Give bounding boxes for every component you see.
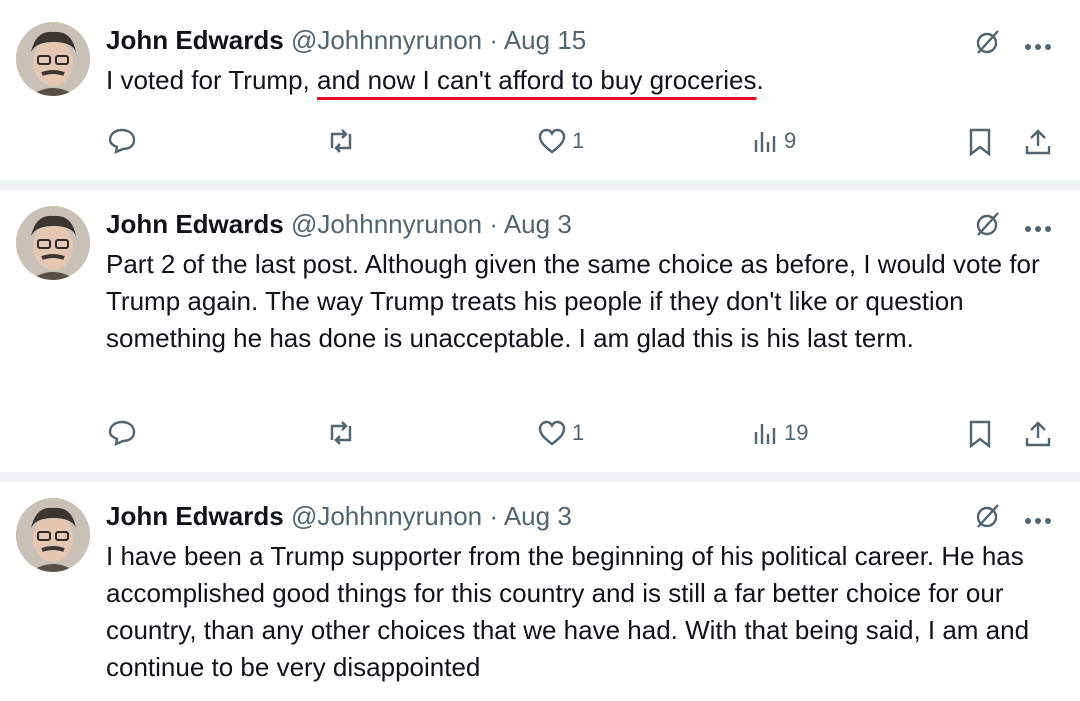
repost-button[interactable] xyxy=(326,128,356,154)
tweet-header: John Edwards @Johhnnyrunon · Aug 3 xyxy=(106,208,572,240)
tweet-date[interactable]: Aug 3 xyxy=(504,501,572,531)
tweet-1[interactable]: John Edwards @Johhnnyrunon · Aug 15 I vo… xyxy=(0,0,1080,180)
avatar[interactable] xyxy=(16,206,90,280)
heart-icon xyxy=(538,420,566,446)
heart-icon xyxy=(538,128,566,154)
tweet-text-part: I voted for Trump, xyxy=(106,65,317,95)
author-name[interactable]: John Edwards xyxy=(106,501,284,531)
share-icon xyxy=(1025,129,1051,155)
tweet-date[interactable]: Aug 3 xyxy=(504,209,572,239)
repost-icon xyxy=(330,421,352,445)
reply-icon xyxy=(108,128,136,154)
views-icon xyxy=(754,424,776,444)
tweet-2[interactable]: John Edwards @Johhnnyrunon · Aug 3 Part … xyxy=(0,190,1080,472)
like-button[interactable]: 1 xyxy=(538,420,584,446)
bookmark-button[interactable] xyxy=(968,128,992,156)
author-name[interactable]: John Edwards xyxy=(106,209,284,239)
reply-button[interactable] xyxy=(108,128,136,154)
grok-icon[interactable] xyxy=(974,28,1002,61)
highlighted-text: and now I can't afford to buy groceries xyxy=(316,65,757,95)
author-handle[interactable]: @Johhnnyrunon xyxy=(291,25,482,55)
tweet-divider xyxy=(0,180,1080,190)
grok-icon[interactable] xyxy=(974,502,1002,535)
share-button[interactable] xyxy=(1024,420,1052,448)
like-button[interactable]: 1 xyxy=(538,128,584,154)
views-button[interactable]: 9 xyxy=(752,128,796,154)
tweet-divider xyxy=(0,472,1080,482)
separator: · xyxy=(489,25,499,55)
like-count: 1 xyxy=(572,128,585,153)
tweet-date[interactable]: Aug 15 xyxy=(504,25,586,55)
repost-icon xyxy=(330,129,352,153)
separator: · xyxy=(489,209,499,239)
repost-button[interactable] xyxy=(326,420,356,446)
share-button[interactable] xyxy=(1024,128,1052,156)
views-count: 19 xyxy=(784,420,809,445)
bookmark-icon xyxy=(969,420,991,448)
avatar[interactable] xyxy=(16,22,90,96)
views-icon xyxy=(754,132,776,152)
more-icon[interactable] xyxy=(1024,38,1052,56)
tweet-3[interactable]: John Edwards @Johhnnyrunon · Aug 3 I hav… xyxy=(0,482,1080,701)
more-icon[interactable] xyxy=(1024,220,1052,238)
tweet-header: John Edwards @Johhnnyrunon · Aug 3 xyxy=(106,500,572,532)
like-count: 1 xyxy=(572,420,585,445)
tweet-text: I voted for Trump, and now I can't affor… xyxy=(106,62,1056,99)
author-handle[interactable]: @Johhnnyrunon xyxy=(291,501,482,531)
separator: · xyxy=(489,501,499,531)
share-icon xyxy=(1025,421,1051,447)
reply-icon xyxy=(108,420,136,446)
bookmark-button[interactable] xyxy=(968,420,992,448)
views-button[interactable]: 19 xyxy=(752,420,808,446)
views-count: 9 xyxy=(784,128,797,153)
tweet-feed: John Edwards @Johhnnyrunon · Aug 15 I vo… xyxy=(0,0,1080,701)
tweet-text-part: . xyxy=(756,65,764,95)
tweet-text: Part 2 of the last post. Although given … xyxy=(106,249,1040,353)
reply-button[interactable] xyxy=(108,420,136,446)
tweet-text: I have been a Trump supporter from the b… xyxy=(106,541,1030,682)
more-icon[interactable] xyxy=(1024,512,1052,530)
bookmark-icon xyxy=(969,128,991,156)
author-name[interactable]: John Edwards xyxy=(106,25,284,55)
avatar[interactable] xyxy=(16,498,90,572)
author-handle[interactable]: @Johhnnyrunon xyxy=(291,209,482,239)
tweet-header: John Edwards @Johhnnyrunon · Aug 15 xyxy=(106,24,586,56)
grok-icon[interactable] xyxy=(974,210,1002,243)
